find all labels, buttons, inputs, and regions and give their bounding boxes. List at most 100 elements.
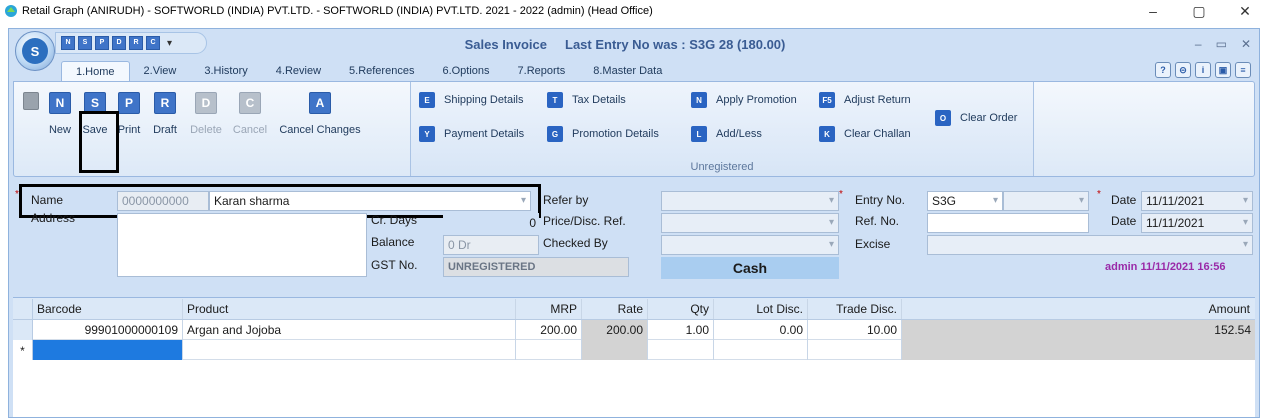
header-barcode[interactable]: Barcode [33, 299, 183, 319]
excise-field[interactable] [927, 235, 1253, 255]
delete-label: Delete [190, 124, 222, 136]
balance-field: 0 Dr [443, 235, 539, 255]
os-maximize-button[interactable]: ▢ [1176, 0, 1222, 22]
clear-challan-button[interactable]: K Clear Challan [819, 126, 911, 142]
tax-details-button[interactable]: T Tax Details [547, 92, 626, 108]
qat-customize-icon[interactable]: ▾ [167, 38, 172, 49]
cr-days-field[interactable]: 0 [443, 213, 539, 233]
tab-references[interactable]: 5.References [335, 61, 428, 81]
minimize-ribbon-icon[interactable]: ⊝ [1175, 62, 1191, 78]
lock-button[interactable] [20, 88, 42, 168]
os-close-button[interactable]: ✕ [1222, 0, 1268, 22]
cell-qty[interactable]: 1.00 [648, 320, 714, 340]
ref-no-label: Ref. No. [855, 214, 900, 228]
header-lot-disc[interactable]: Lot Disc. [714, 299, 808, 319]
header-mrp[interactable]: MRP [516, 299, 582, 319]
cancel-button[interactable]: C Cancel [228, 88, 272, 168]
cell-mrp[interactable]: 200.00 [516, 320, 582, 340]
header-trade-disc[interactable]: Trade Disc. [808, 299, 902, 319]
window-minimize-button[interactable]: – [1195, 37, 1202, 51]
new-row-barcode-cell[interactable] [33, 340, 183, 360]
new-row-rate-cell[interactable] [582, 340, 648, 360]
clear-order-button[interactable]: O Clear Order [935, 110, 1017, 126]
os-minimize-button[interactable]: – [1130, 0, 1176, 22]
balance-label: Balance [371, 235, 415, 249]
excise-label: Excise [855, 237, 891, 251]
cell-trade-disc[interactable]: 10.00 [808, 320, 902, 340]
clear-order-icon: O [935, 110, 951, 126]
apply-promotion-button[interactable]: N Apply Promotion [691, 92, 797, 108]
draft-label: Draft [153, 124, 177, 136]
price-disc-ref-field[interactable] [661, 213, 839, 233]
info-icon[interactable]: i [1195, 62, 1211, 78]
party-code-field[interactable]: 0000000000 [117, 191, 209, 211]
tab-view[interactable]: 2.View [130, 61, 191, 81]
last-entry-text: Last Entry No was : S3G 28 (180.00) [565, 37, 786, 52]
new-row-mrp-cell[interactable] [516, 340, 582, 360]
ribbon-panel: N New S Save P Print R Draft D Delete C … [13, 81, 1255, 177]
add-less-label: Add/Less [716, 128, 762, 140]
date-field[interactable]: 11/11/2021 [1141, 191, 1253, 211]
qat-draft-icon[interactable]: R [129, 36, 143, 50]
entry-number-field[interactable] [1003, 191, 1089, 211]
row-header[interactable] [13, 320, 33, 340]
draft-button[interactable]: R Draft [146, 88, 184, 168]
payment-mode-button[interactable]: Cash [661, 257, 839, 279]
new-button[interactable]: N New [42, 88, 78, 168]
adjust-return-button[interactable]: F5 Adjust Return [819, 92, 911, 108]
new-row-qty-cell[interactable] [648, 340, 714, 360]
tab-history[interactable]: 3.History [190, 61, 261, 81]
tab-review[interactable]: 4.Review [262, 61, 335, 81]
tab-master-data[interactable]: 8.Master Data [579, 61, 676, 81]
header-rate[interactable]: Rate [582, 299, 648, 319]
delete-button[interactable]: D Delete [184, 88, 228, 168]
cell-amount[interactable]: 152.54 [902, 320, 1255, 340]
checked-by-field[interactable] [661, 235, 839, 255]
cell-barcode[interactable]: 99901000000109 [33, 320, 183, 340]
qat-print-icon[interactable]: P [95, 36, 109, 50]
promotion-details-button[interactable]: G Promotion Details [547, 126, 659, 142]
promotion-details-label: Promotion Details [572, 128, 659, 140]
window-restore-button[interactable]: ▭ [1216, 37, 1227, 51]
new-row-lot-disc-cell[interactable] [714, 340, 808, 360]
window-close-button[interactable]: ✕ [1241, 37, 1251, 51]
table-row[interactable]: 99901000000109 Argan and Jojoba 200.00 2… [13, 320, 1255, 340]
date-label: Date [1111, 193, 1137, 207]
header-product[interactable]: Product [183, 299, 516, 319]
cancel-changes-button[interactable]: A Cancel Changes [272, 88, 368, 168]
new-row-product-cell[interactable] [183, 340, 516, 360]
header-amount[interactable]: Amount [902, 299, 1254, 319]
cell-rate[interactable]: 200.00 [582, 320, 648, 340]
refer-by-field[interactable] [661, 191, 839, 211]
entry-series-field[interactable]: S3G [927, 191, 1003, 211]
add-less-button[interactable]: L Add/Less [691, 126, 762, 142]
new-entry-row[interactable]: * [13, 340, 1255, 360]
address-field[interactable] [117, 213, 367, 277]
menu-icon[interactable]: ≡ [1235, 62, 1251, 78]
help-icon[interactable]: ? [1155, 62, 1171, 78]
application-menu-button[interactable]: S [15, 31, 55, 71]
header-qty[interactable]: Qty [648, 299, 714, 319]
payment-details-button[interactable]: Y Payment Details [419, 126, 524, 142]
tab-reports[interactable]: 7.Reports [504, 61, 580, 81]
new-row-amount-cell[interactable] [902, 340, 1255, 360]
qat-cancel-icon[interactable]: C [146, 36, 160, 50]
ref-date-field[interactable]: 11/11/2021 [1141, 213, 1253, 233]
qat-new-icon[interactable]: N [61, 36, 75, 50]
tab-options[interactable]: 6.Options [428, 61, 503, 81]
shipping-details-button[interactable]: E Shipping Details [419, 92, 524, 108]
name-label: Name [31, 193, 64, 207]
party-name-field[interactable]: Karan sharma [209, 191, 531, 211]
entry-no-label: Entry No. [855, 193, 906, 207]
cancel-changes-label: Cancel Changes [279, 124, 361, 136]
cell-lot-disc[interactable]: 0.00 [714, 320, 808, 340]
cell-product[interactable]: Argan and Jojoba [183, 320, 516, 340]
qat-save-icon[interactable]: S [78, 36, 92, 50]
save-highlight-box [79, 111, 119, 173]
window-layout-icon[interactable]: ▣ [1215, 62, 1231, 78]
cr-days-label: Cr. Days [371, 213, 418, 227]
new-row-trade-disc-cell[interactable] [808, 340, 902, 360]
tab-home[interactable]: 1.Home [61, 61, 130, 81]
ref-no-field[interactable] [927, 213, 1089, 233]
qat-delete-icon[interactable]: D [112, 36, 126, 50]
